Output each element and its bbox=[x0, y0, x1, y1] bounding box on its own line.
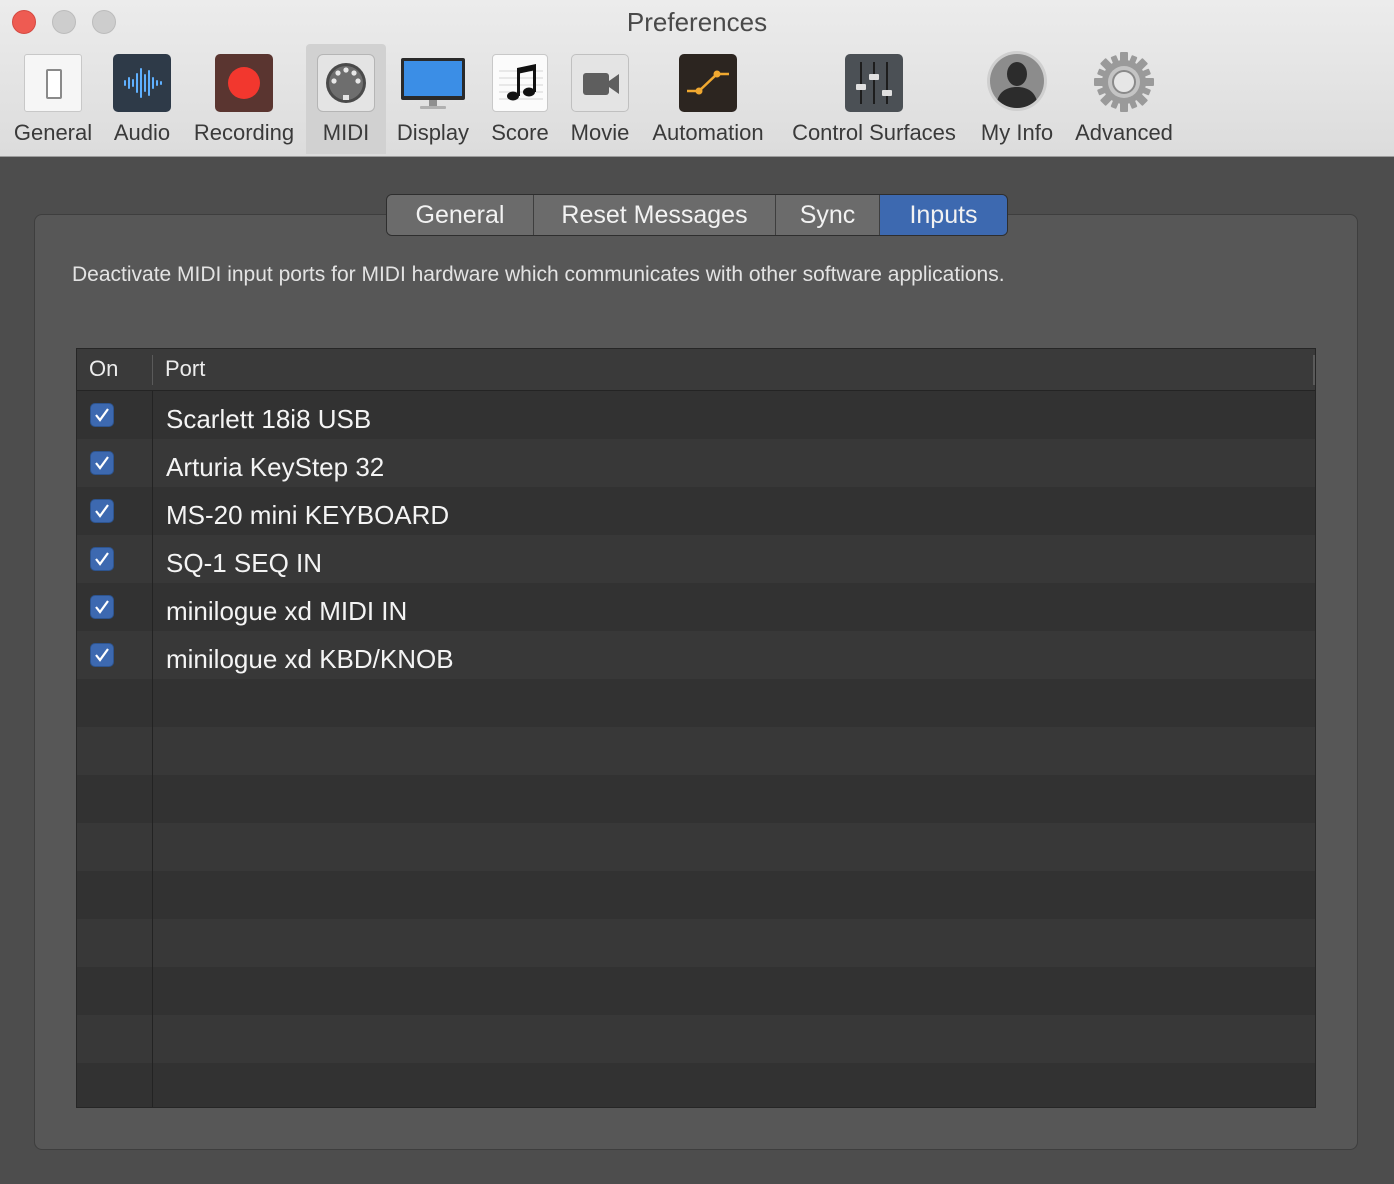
tab-inputs[interactable]: Inputs bbox=[880, 195, 1007, 235]
user-silhouette-icon bbox=[986, 50, 1048, 112]
audio-waveform-icon bbox=[113, 54, 171, 112]
toolbar-label-movie: Movie bbox=[570, 120, 630, 145]
record-icon bbox=[215, 54, 273, 112]
port-name: Arturia KeyStep 32 bbox=[166, 452, 385, 482]
port-enabled-checkbox[interactable] bbox=[90, 403, 114, 427]
empty-row bbox=[77, 823, 1315, 871]
toolbar-label-midi: MIDI bbox=[322, 120, 370, 145]
table-row[interactable]: Arturia KeyStep 32 bbox=[77, 439, 1315, 487]
port-name: minilogue xd KBD/KNOB bbox=[166, 644, 454, 674]
toolbar-label-my-info: My Info bbox=[980, 120, 1054, 145]
toolbar-label-advanced: Advanced bbox=[1075, 120, 1173, 145]
port-enabled-checkbox[interactable] bbox=[90, 595, 114, 619]
tab-sync[interactable]: Sync bbox=[776, 195, 880, 235]
column-divider bbox=[152, 391, 153, 1107]
table-header: On Port bbox=[77, 349, 1315, 391]
tab-reset-messages[interactable]: Reset Messages bbox=[534, 195, 776, 235]
music-note-icon bbox=[492, 54, 548, 112]
checkmark-icon bbox=[95, 408, 109, 422]
toolbar-label-control-surfaces: Control Surfaces bbox=[792, 120, 956, 145]
checkmark-icon bbox=[95, 648, 109, 662]
port-enabled-checkbox[interactable] bbox=[90, 547, 114, 571]
midi-connector-icon bbox=[317, 54, 375, 112]
tab-general[interactable]: General bbox=[387, 195, 534, 235]
midi-tab-bar: General Reset Messages Sync Inputs bbox=[386, 194, 1008, 236]
port-name: minilogue xd MIDI IN bbox=[166, 596, 408, 626]
empty-row bbox=[77, 1063, 1315, 1107]
toolbar-item-recording[interactable]: Recording bbox=[186, 44, 302, 154]
toolbar-item-control-surfaces[interactable]: Control Surfaces bbox=[780, 44, 968, 154]
column-separator-end bbox=[1313, 355, 1315, 385]
midi-inputs-table: On Port Scarlett 18i8 USB Arturia KeySte… bbox=[76, 348, 1316, 1108]
movie-camera-icon bbox=[571, 54, 629, 112]
checkmark-icon bbox=[95, 600, 109, 614]
toolbar-label-recording: Recording bbox=[193, 120, 295, 145]
empty-row bbox=[77, 967, 1315, 1015]
automation-curve-icon bbox=[679, 54, 737, 112]
toolbar-label-general: General bbox=[13, 120, 93, 145]
empty-row bbox=[77, 679, 1315, 727]
toolbar-item-my-info[interactable]: My Info bbox=[972, 44, 1062, 154]
inputs-description: Deactivate MIDI input ports for MIDI har… bbox=[72, 263, 1005, 286]
table-row[interactable]: minilogue xd MIDI IN bbox=[77, 583, 1315, 631]
table-body: Scarlett 18i8 USB Arturia KeyStep 32 MS-… bbox=[77, 391, 1315, 1107]
table-row[interactable]: SQ-1 SEQ IN bbox=[77, 535, 1315, 583]
gear-icon bbox=[1092, 50, 1156, 114]
checkmark-icon bbox=[95, 504, 109, 518]
toolbar-item-movie[interactable]: Movie bbox=[564, 44, 636, 154]
toolbar-label-automation: Automation bbox=[652, 120, 764, 145]
toolbar-item-advanced[interactable]: Advanced bbox=[1066, 44, 1182, 154]
faders-icon bbox=[845, 54, 903, 112]
window-title: Preferences bbox=[626, 7, 768, 37]
toolbar-item-general[interactable]: General bbox=[8, 44, 98, 154]
port-name: SQ-1 SEQ IN bbox=[166, 548, 323, 578]
port-name: Scarlett 18i8 USB bbox=[166, 404, 372, 434]
column-separator bbox=[152, 355, 153, 385]
column-header-on[interactable]: On bbox=[89, 349, 118, 391]
toolbar-item-score[interactable]: Score bbox=[484, 44, 556, 154]
empty-row bbox=[77, 871, 1315, 919]
toolbar-label-score: Score bbox=[491, 120, 549, 145]
table-row[interactable]: Scarlett 18i8 USB bbox=[77, 391, 1315, 439]
empty-row bbox=[77, 1015, 1315, 1063]
checkmark-icon bbox=[95, 552, 109, 566]
column-header-port[interactable]: Port bbox=[165, 349, 205, 391]
table-row[interactable]: MS-20 mini KEYBOARD bbox=[77, 487, 1315, 535]
toolbar-item-audio[interactable]: Audio bbox=[106, 44, 178, 154]
toolbar-item-display[interactable]: Display bbox=[390, 44, 476, 154]
display-monitor-icon bbox=[400, 54, 466, 112]
empty-row bbox=[77, 919, 1315, 967]
port-enabled-checkbox[interactable] bbox=[90, 643, 114, 667]
title-bar: Preferences General Audio Recording MIDI… bbox=[0, 0, 1394, 157]
port-enabled-checkbox[interactable] bbox=[90, 499, 114, 523]
toolbar-label-display: Display bbox=[396, 120, 470, 145]
empty-row bbox=[77, 727, 1315, 775]
checkmark-icon bbox=[95, 456, 109, 470]
table-row[interactable]: minilogue xd KBD/KNOB bbox=[77, 631, 1315, 679]
toolbar-label-audio: Audio bbox=[113, 120, 171, 145]
toolbar-item-midi[interactable]: MIDI bbox=[306, 44, 386, 154]
port-name: MS-20 mini KEYBOARD bbox=[166, 500, 450, 530]
toolbar-item-automation[interactable]: Automation bbox=[644, 44, 772, 154]
port-enabled-checkbox[interactable] bbox=[90, 451, 114, 475]
empty-row bbox=[77, 775, 1315, 823]
general-switch-icon bbox=[24, 54, 82, 112]
